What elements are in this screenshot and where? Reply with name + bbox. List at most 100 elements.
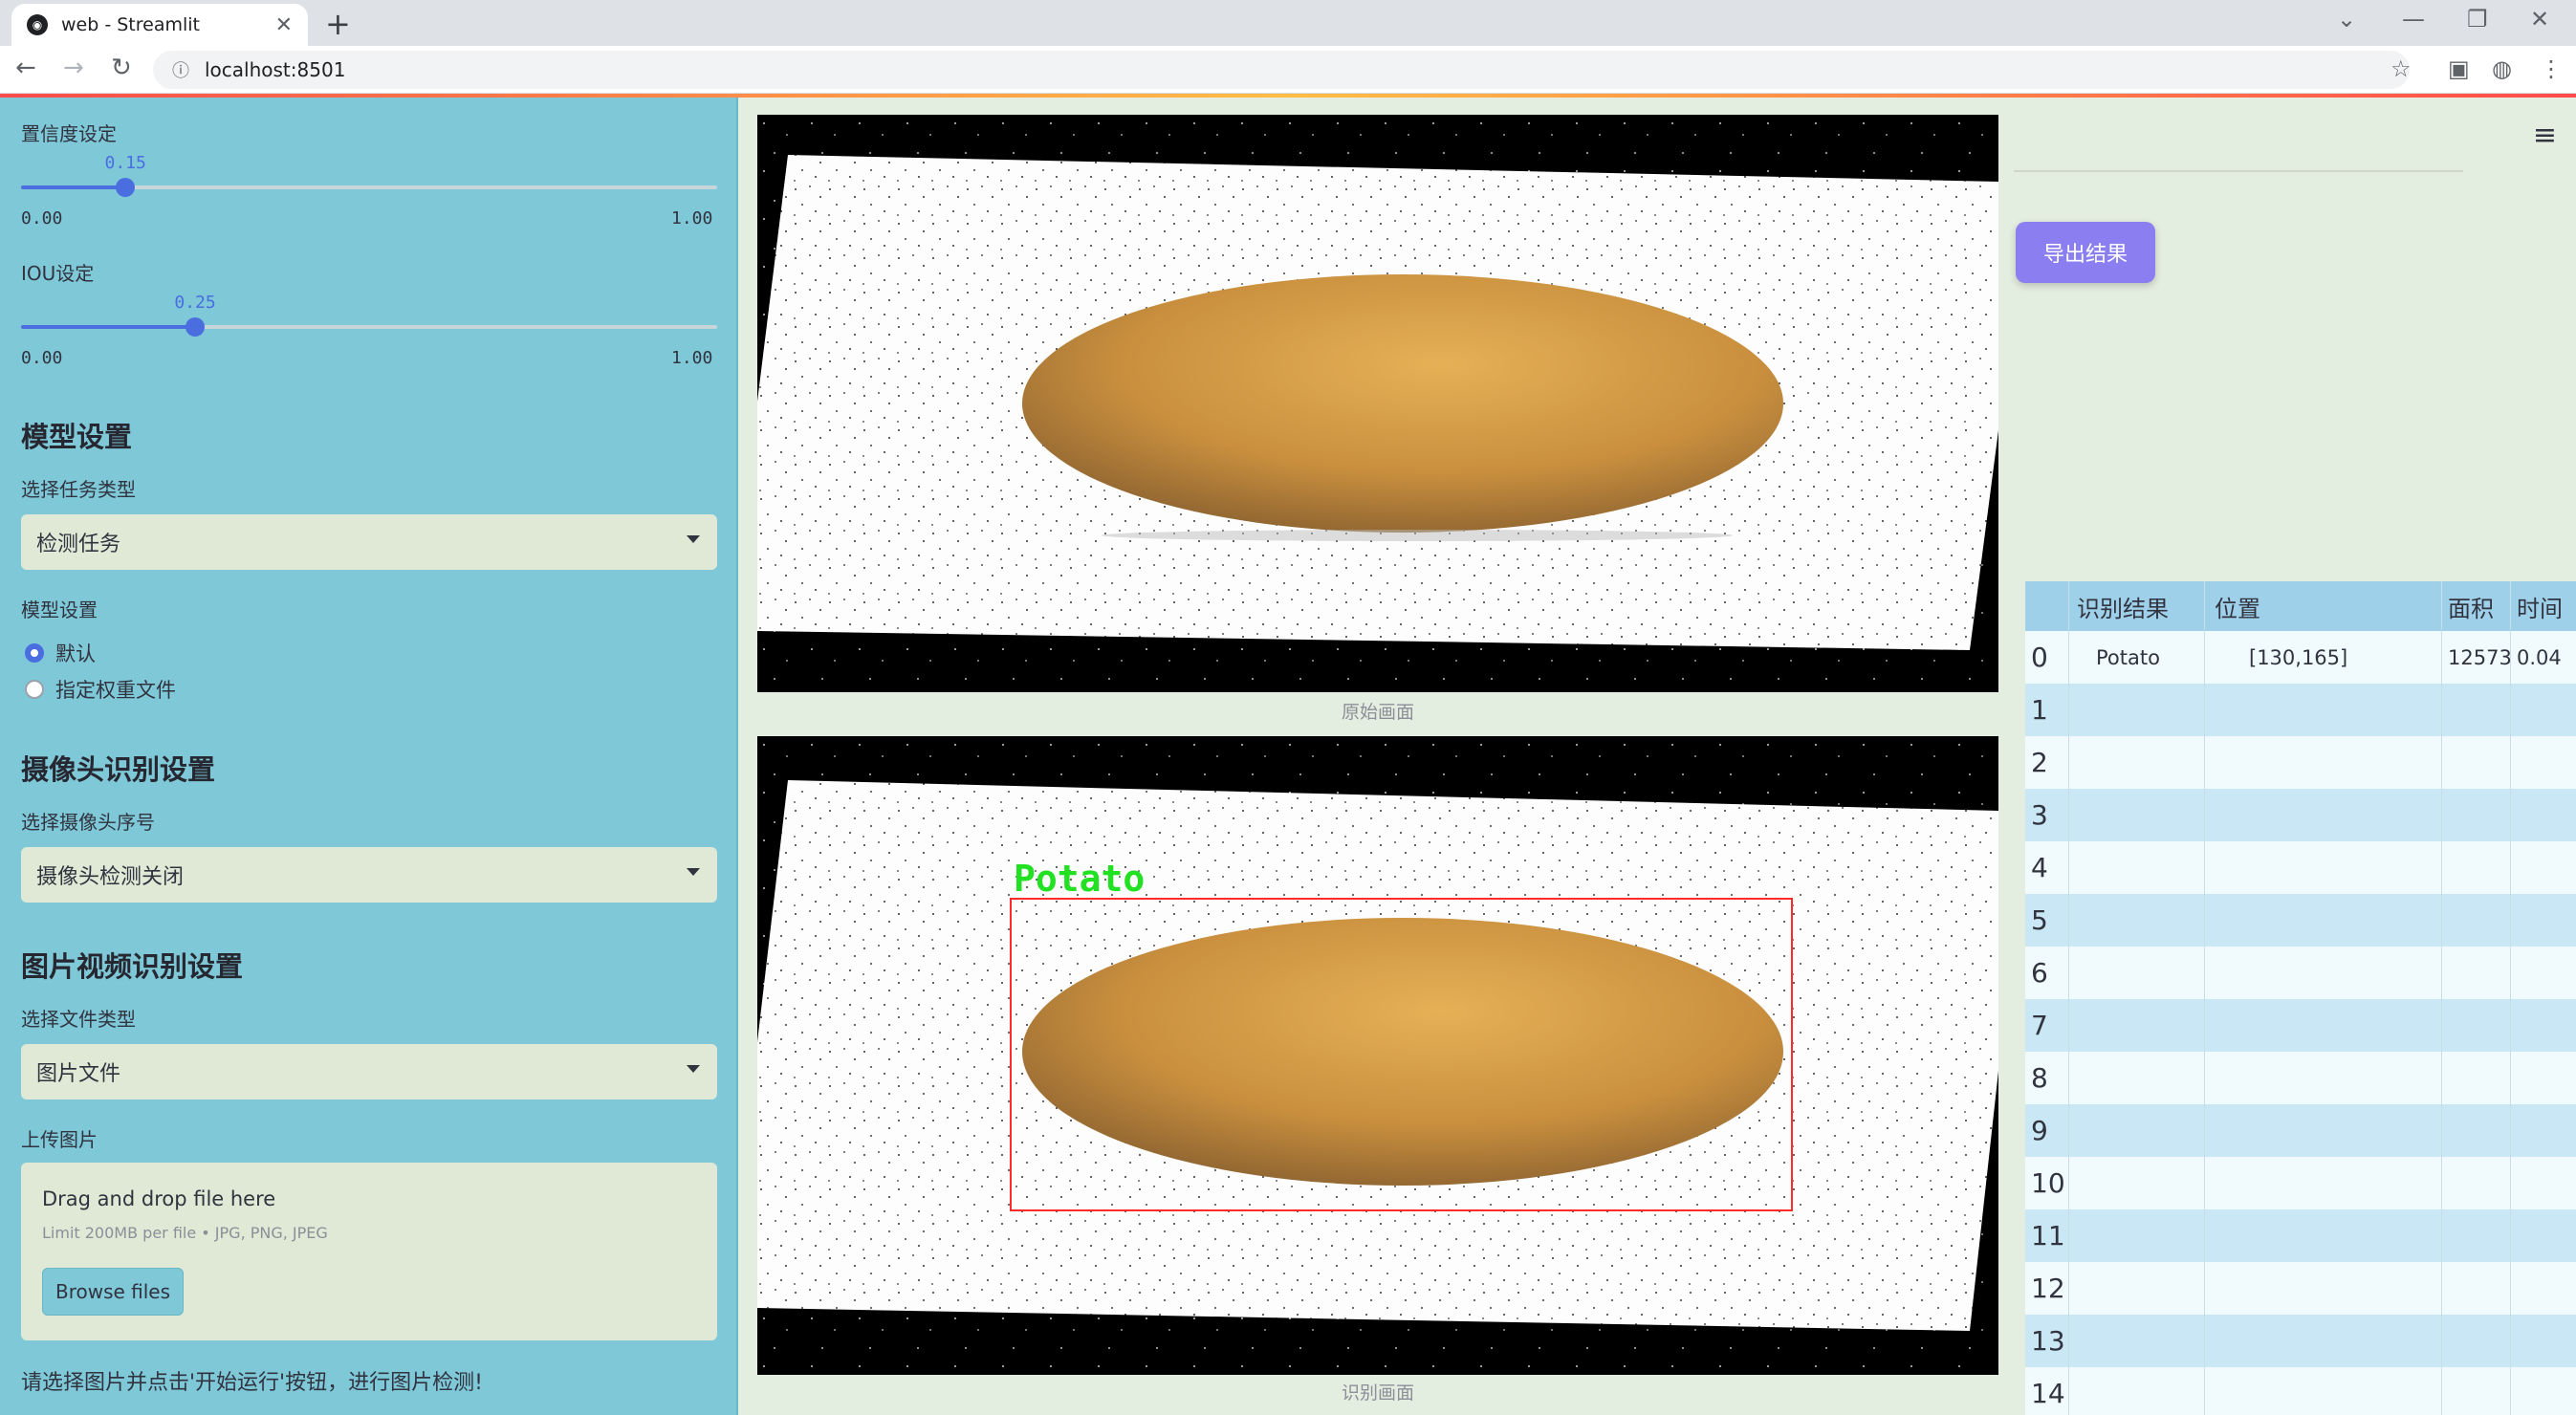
- camera-section-title: 摄像头识别设置: [21, 753, 216, 786]
- camera-index-select[interactable]: 摄像头检测关闭: [21, 847, 717, 903]
- iou-max: 1.00: [671, 348, 713, 368]
- position-cell: [2205, 947, 2442, 999]
- iou-label: IOU设定: [21, 262, 95, 285]
- table-row[interactable]: 13: [2025, 1315, 2576, 1367]
- confidence-slider[interactable]: [21, 178, 717, 197]
- close-window-icon[interactable]: ✕: [2530, 6, 2549, 33]
- original-caption: 原始画面: [1341, 702, 1414, 723]
- row-index: 3: [2025, 789, 2069, 841]
- file-type-label: 选择文件类型: [21, 1008, 136, 1031]
- area-cell: [2442, 841, 2511, 894]
- time-cell: [2511, 999, 2576, 1052]
- model-setting-label: 模型设置: [21, 599, 98, 621]
- time-cell: [2511, 1052, 2576, 1104]
- tab-search-icon[interactable]: ⌄: [2337, 6, 2356, 33]
- time-cell: [2511, 1262, 2576, 1315]
- close-tab-icon[interactable]: ✕: [275, 13, 293, 37]
- tab-title: web - Streamlit: [61, 14, 200, 35]
- row-index: 8: [2025, 1052, 2069, 1104]
- browser-tab[interactable]: ◉ web - Streamlit ✕: [11, 4, 308, 46]
- result-cell: [2069, 736, 2205, 789]
- time-cell: [2511, 1157, 2576, 1209]
- header-result[interactable]: 识别结果: [2069, 581, 2205, 631]
- table-row[interactable]: 14: [2025, 1367, 2576, 1415]
- area-cell: [2442, 999, 2511, 1052]
- radio-default-label: 默认: [55, 642, 96, 665]
- result-cell: [2069, 1315, 2205, 1367]
- file-dropzone[interactable]: Drag and drop file here Limit 200MB per …: [21, 1163, 717, 1340]
- export-results-button[interactable]: 导出结果: [2016, 222, 2155, 283]
- table-row[interactable]: 4: [2025, 841, 2576, 894]
- address-bar[interactable]: ⓘ localhost:8501: [153, 51, 2410, 89]
- table-row[interactable]: 11: [2025, 1209, 2576, 1262]
- header-position[interactable]: 位置: [2205, 581, 2442, 631]
- restore-icon[interactable]: ❐: [2467, 6, 2488, 33]
- position-cell: [2205, 789, 2442, 841]
- radio-selected-icon: [25, 643, 44, 663]
- back-icon[interactable]: ←: [15, 54, 36, 82]
- radio-custom-weights[interactable]: 指定权重文件: [25, 675, 176, 704]
- time-cell: [2511, 789, 2576, 841]
- header-area[interactable]: 面积: [2442, 581, 2511, 631]
- table-row[interactable]: 2: [2025, 736, 2576, 789]
- confidence-slider-thumb[interactable]: [116, 178, 136, 197]
- file-type-select[interactable]: 图片文件: [21, 1044, 717, 1099]
- table-row[interactable]: 1: [2025, 684, 2576, 736]
- iou-slider[interactable]: [21, 317, 717, 337]
- iou-value: 0.25: [174, 293, 216, 313]
- table-row[interactable]: 5: [2025, 894, 2576, 947]
- position-cell: [2205, 1209, 2442, 1262]
- chevron-down-icon: [687, 1065, 700, 1073]
- position-cell: [2205, 1262, 2442, 1315]
- profile-avatar-icon[interactable]: ◍: [2492, 55, 2512, 82]
- row-index: 6: [2025, 947, 2069, 999]
- reload-icon[interactable]: ↻: [111, 54, 132, 82]
- position-cell: [2205, 1104, 2442, 1157]
- bookmark-star-icon[interactable]: ☆: [2390, 55, 2412, 82]
- table-row[interactable]: 8: [2025, 1052, 2576, 1104]
- table-row[interactable]: 10: [2025, 1157, 2576, 1209]
- confidence-label: 置信度设定: [21, 122, 117, 145]
- time-cell: [2511, 841, 2576, 894]
- minimize-icon[interactable]: —: [2402, 6, 2425, 33]
- header-time[interactable]: 时间: [2511, 581, 2576, 631]
- result-cell: Potato: [2069, 631, 2205, 684]
- position-cell: [2205, 684, 2442, 736]
- row-index: 13: [2025, 1315, 2069, 1367]
- result-caption: 识别画面: [1341, 1382, 1414, 1404]
- original-image: [757, 115, 1998, 692]
- table-row[interactable]: 6: [2025, 947, 2576, 999]
- task-type-select[interactable]: 检测任务: [21, 514, 717, 570]
- area-cell: [2442, 1262, 2511, 1315]
- camera-index-label: 选择摄像头序号: [21, 811, 155, 834]
- new-tab-icon[interactable]: +: [325, 6, 351, 42]
- time-cell: [2511, 1367, 2576, 1415]
- table-row[interactable]: 3: [2025, 789, 2576, 841]
- side-panel-icon[interactable]: ▣: [2448, 55, 2470, 82]
- result-cell: [2069, 1052, 2205, 1104]
- chevron-down-icon: [687, 868, 700, 876]
- time-cell: [2511, 1209, 2576, 1262]
- time-cell: [2511, 1315, 2576, 1367]
- forward-icon[interactable]: →: [63, 54, 84, 82]
- area-cell: [2442, 789, 2511, 841]
- streamlit-favicon-icon: ◉: [27, 14, 48, 35]
- table-row[interactable]: 12: [2025, 1262, 2576, 1315]
- table-row[interactable]: 7: [2025, 999, 2576, 1052]
- position-cell: [2205, 894, 2442, 947]
- confidence-value: 0.15: [104, 153, 146, 173]
- hamburger-menu-icon[interactable]: ≡: [2533, 119, 2557, 152]
- radio-default[interactable]: 默认: [25, 639, 96, 667]
- task-type-value: 检测任务: [36, 533, 121, 556]
- row-index: 1: [2025, 684, 2069, 736]
- iou-slider-thumb[interactable]: [186, 317, 205, 337]
- row-index: 5: [2025, 894, 2069, 947]
- table-row[interactable]: 0Potato[130,165]1257360.04: [2025, 631, 2576, 684]
- result-cell: [2069, 894, 2205, 947]
- menu-dots-icon[interactable]: ⋮: [2540, 55, 2563, 82]
- site-info-icon[interactable]: ⓘ: [172, 57, 189, 82]
- browse-files-button[interactable]: Browse files: [42, 1268, 184, 1316]
- position-cell: [2205, 1367, 2442, 1415]
- table-row[interactable]: 9: [2025, 1104, 2576, 1157]
- model-section-title: 模型设置: [21, 421, 133, 453]
